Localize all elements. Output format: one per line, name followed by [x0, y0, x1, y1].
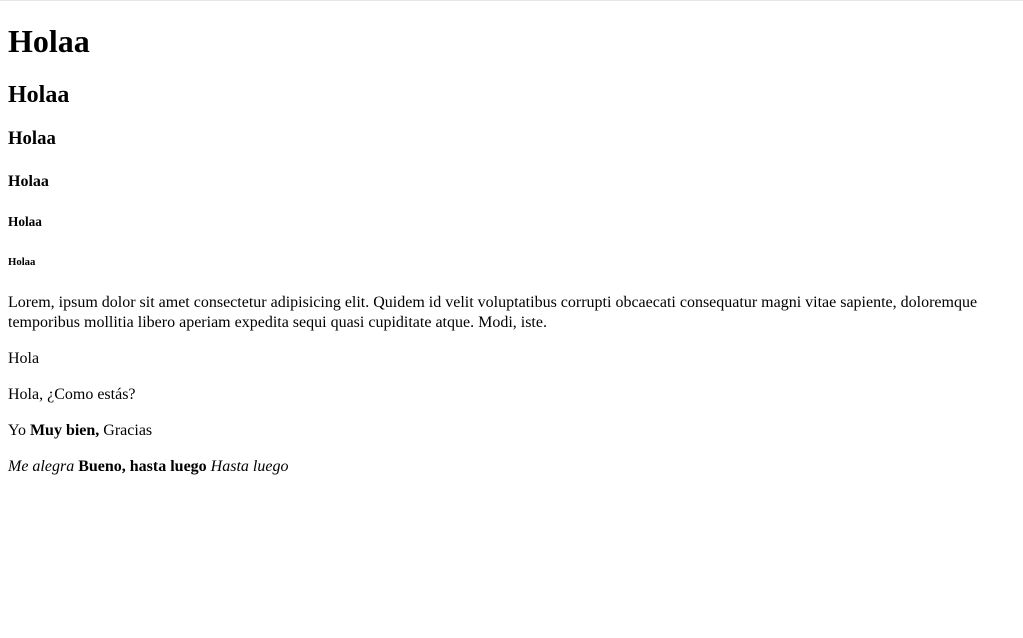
yo-prefix: Yo [8, 422, 26, 439]
heading-6: Holaa [8, 256, 36, 268]
como-estas-paragraph: Hola, ¿Como estás? [8, 386, 136, 403]
lorem-paragraph: Lorem, ipsum dolor sit amet consectetur … [8, 294, 978, 331]
yo-paragraph: Yo Muy bien, Gracias [8, 421, 152, 441]
gracias-text: Gracias [103, 422, 153, 439]
heading-1: Holaa [8, 23, 90, 59]
me-alegra-italic: Me alegra [8, 458, 75, 475]
hola-paragraph: Hola [8, 350, 40, 367]
heading-3: Holaa [8, 128, 56, 149]
hasta-luego-italic: Hasta luego [210, 458, 289, 475]
top-border [0, 0, 1023, 1]
hasta-luego-bold: Bueno, hasta luego [78, 458, 207, 475]
me-alegra-paragraph: Me alegra Bueno, hasta luego Hasta luego [8, 457, 288, 477]
muy-bien-bold: Muy bien, [29, 422, 100, 439]
heading-2: Holaa [8, 82, 70, 108]
heading-5: Holaa [8, 214, 42, 229]
heading-4: Holaa [8, 173, 49, 190]
